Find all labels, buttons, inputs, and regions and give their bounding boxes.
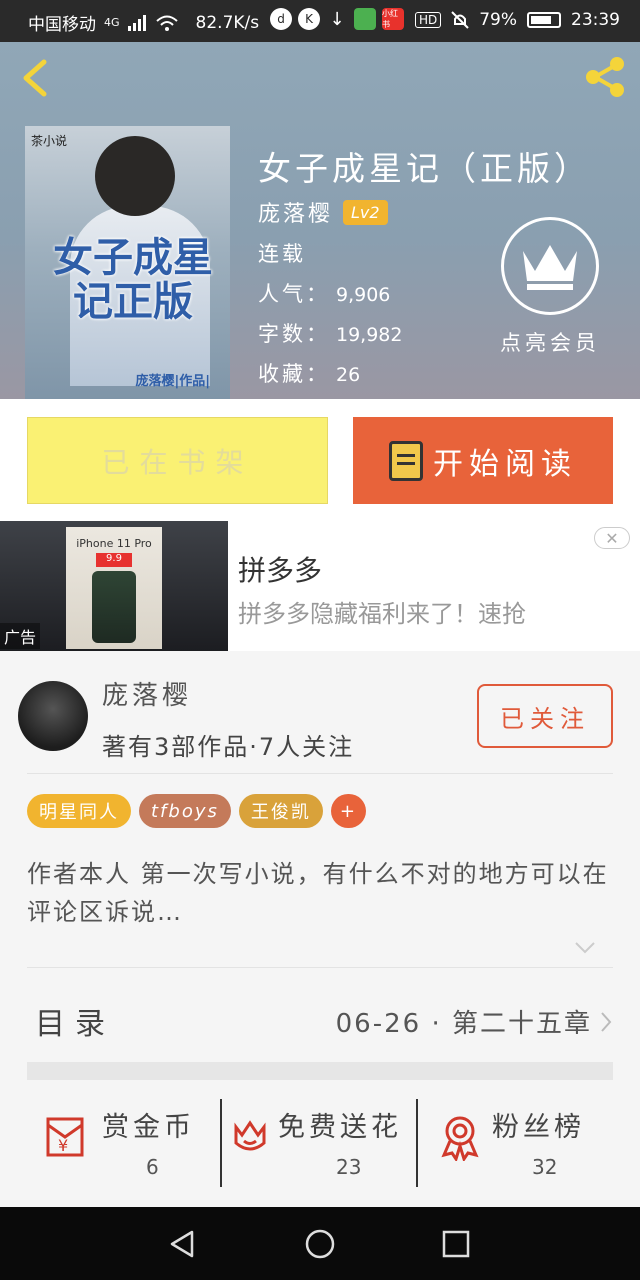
system-nav-bar [0,1207,640,1280]
serial-status: 连载 [258,242,306,266]
vip-label: 点亮会员 [500,331,600,355]
ad-title: 拼多多 [238,554,323,587]
latest-chapter[interactable]: 06-26 · 第二十五章 [336,1003,612,1040]
reward-coins-label: 赏金币 [102,1112,195,1143]
free-flower-value: 23 [336,1155,362,1179]
free-flower-label: 免费送花 [278,1112,402,1143]
ad-banner[interactable]: iPhone 11 Pro 9.9 广告 拼多多 拼多多隐藏福利来了！速抢 ✕ [0,521,640,651]
add-tag-button[interactable]: + [330,794,366,828]
book-intro[interactable]: 作者本人 第一次写小说，有什么不对的地方可以在评论区诉说… [27,855,613,931]
ad-label: 广告 [0,623,41,649]
latest-chapter-text: 06-26 · 第二十五章 [335,1009,592,1039]
tiktok-app-icon: d [270,8,292,30]
word-count-value: 19,982 [336,324,403,346]
reward-coins-button[interactable]: ¥ 赏金币 6 [44,1099,214,1179]
cover-title: 女子成星记正版 [53,235,213,325]
action-bar: 已在书架 开始阅读 [0,399,640,521]
back-icon[interactable] [18,58,52,98]
share-icon[interactable] [582,54,628,100]
avatar[interactable] [18,681,88,751]
carrier-name: 中国移动 [28,15,96,35]
cover-author: 庞落樱|作品| [135,374,211,389]
signal-icon [127,14,146,31]
network-type: 4G [104,16,120,29]
hd-icon: HD [414,12,442,28]
k-app-icon: K [298,8,320,30]
cover-publisher: 茶小说 [31,134,68,148]
on-shelf-button[interactable]: 已在书架 [27,417,328,504]
nav-home-icon[interactable] [304,1228,336,1260]
nav-back-icon[interactable] [168,1229,196,1259]
book-title: 女子成星记（正版） [258,149,591,188]
ad-description: 拼多多隐藏福利来了！速抢 [238,600,526,628]
download-icon: ↓ [329,8,345,30]
tag-list: 明星同人 tfboys 王俊凯 + [27,794,366,828]
chevron-right-icon [601,1011,612,1032]
clock: 23:39 [571,10,620,30]
wifi-icon [155,15,178,31]
xiaohongshu-icon: 小红书 [382,8,404,30]
favorites-value: 26 [336,364,361,386]
fan-ranking-value: 32 [532,1155,558,1179]
ad-poster-title: iPhone 11 Pro [76,537,152,550]
book-header: 茶小说 女子成星记正版 庞落樱|作品| 女子成星记（正版） 庞落樱 Lv2 连载… [0,42,640,399]
cover-figure-head [95,136,175,216]
popularity-value: 9,906 [336,284,391,306]
status-bar: 中国移动 4G 82.7K/s d K ↓ 小红书 HD 79% 23:39 [0,0,640,42]
author-profile-name[interactable]: 庞落樱 [102,675,192,712]
battery-icon [527,12,561,28]
book-icon [389,440,423,481]
level-badge: Lv2 [343,199,388,225]
battery-percent: 79% [479,10,517,30]
divider [27,967,613,968]
word-count-stat: 字数： 19,982 [258,318,402,348]
free-flower-button[interactable]: 免费送花 23 [226,1099,416,1179]
start-reading-button[interactable]: 开始阅读 [353,417,613,504]
nav-recents-icon[interactable] [442,1230,470,1258]
book-cover[interactable]: 茶小说 女子成星记正版 庞落樱|作品| [25,126,230,399]
divider [27,773,613,774]
favorites-stat: 收藏： 26 [258,358,360,388]
author-section: 庞落樱 著有3部作品·7人关注 已关注 明星同人 tfboys 王俊凯 + 作者… [0,659,640,1207]
chevron-down-icon[interactable] [574,941,596,955]
ad-poster: iPhone 11 Pro 9.9 [66,527,162,649]
network-speed: 82.7K/s [195,12,260,33]
fan-ranking-label: 粉丝榜 [492,1112,585,1143]
author-name[interactable]: 庞落樱 [258,196,333,228]
author-row: 庞落樱 Lv2 [258,196,388,228]
word-count-label: 字数： [258,322,330,346]
section-separator [27,1062,613,1080]
tag-0[interactable]: 明星同人 [27,794,131,828]
mute-icon [451,11,469,29]
fan-ranking-button[interactable]: 粉丝榜 32 [436,1099,606,1179]
svg-text:¥: ¥ [58,1136,68,1155]
stat-divider [220,1099,222,1187]
flower-icon [234,1120,266,1151]
red-envelope-icon: ¥ [46,1117,84,1157]
toc-label[interactable]: 目录 [35,999,115,1043]
favorites-label: 收藏： [258,362,330,386]
popularity-label: 人气： [258,282,330,306]
vip-button[interactable]: 点亮会员 [495,217,605,357]
ad-image[interactable]: iPhone 11 Pro 9.9 广告 [0,521,228,651]
ad-close-icon[interactable]: ✕ [594,527,630,549]
popularity-stat: 人气： 9,906 [258,278,390,308]
author-stats: 著有3部作品·7人关注 [102,733,355,761]
reward-coins-value: 6 [146,1155,159,1179]
crown-circle [501,217,599,315]
ribbon-award-icon [441,1116,479,1161]
app-icon [354,8,376,30]
phone-image [92,571,136,643]
stat-divider [416,1099,418,1187]
tag-1[interactable]: tfboys [139,794,231,828]
tag-2[interactable]: 王俊凯 [238,794,323,828]
follow-button[interactable]: 已关注 [477,684,613,748]
crown-icon [523,245,577,290]
start-reading-label: 开始阅读 [433,446,577,482]
ad-poster-badge: 9.9 [96,553,132,567]
